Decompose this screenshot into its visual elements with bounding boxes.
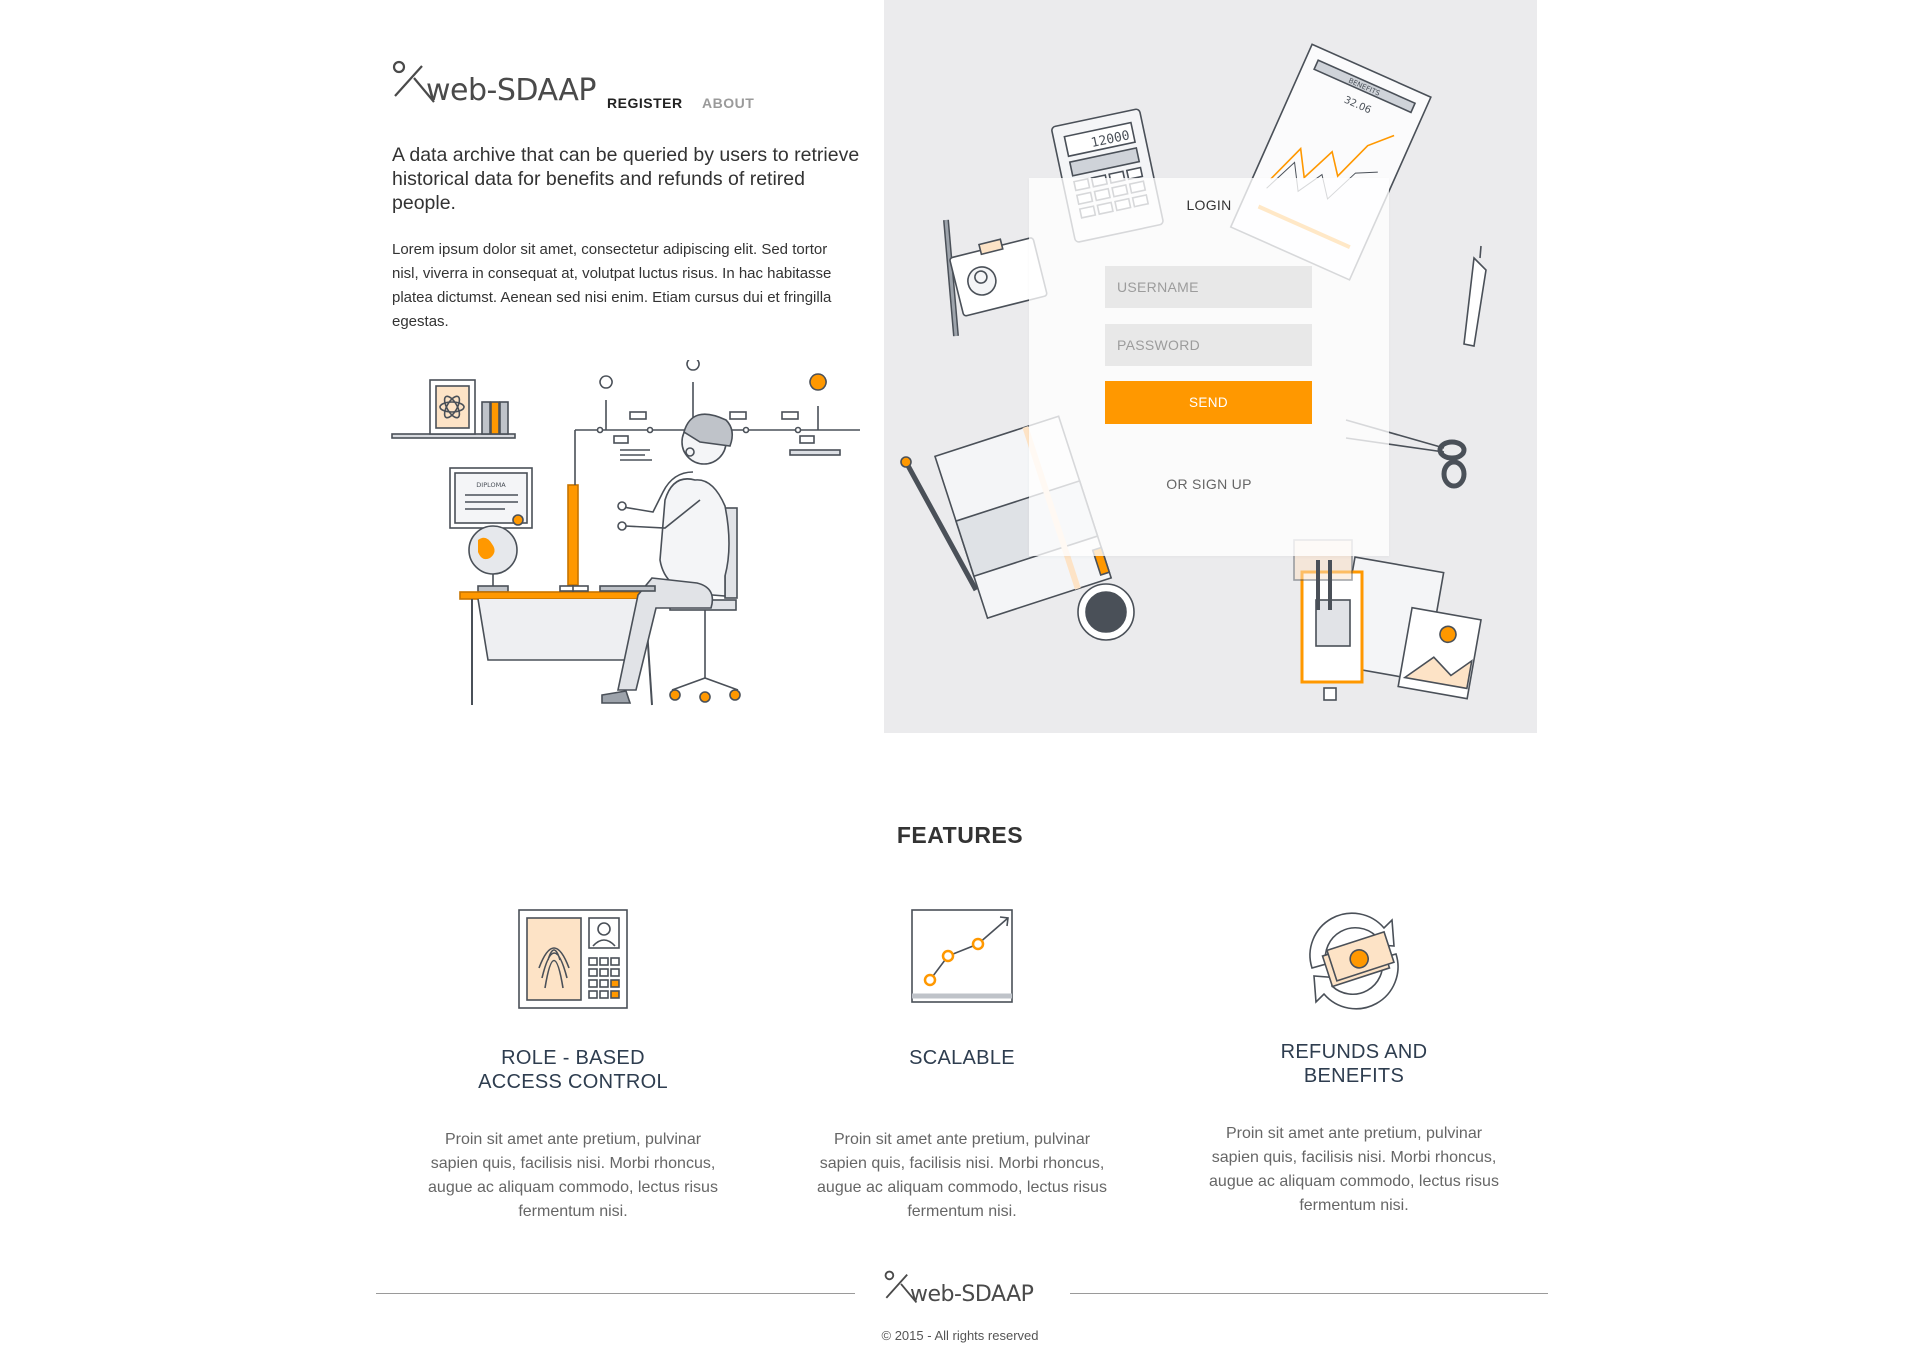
feature-card-scalable: SCALABLE Proin sit amet ante pretium, pu… — [792, 908, 1132, 1224]
footer-divider-right — [1070, 1293, 1548, 1294]
feature-card-refunds-benefits: REFUNDS AND BENEFITS Proin sit amet ante… — [1184, 908, 1524, 1218]
feature-title-line: ACCESS CONTROL — [478, 1071, 668, 1093]
feature-description: Proin sit amet ante pretium, pulvinar sa… — [1209, 1125, 1499, 1214]
footer-divider-left — [376, 1293, 855, 1294]
sign-up-link[interactable]: OR SIGN UP — [1029, 476, 1389, 492]
growth-chart-icon — [911, 909, 1013, 1003]
fingerprint-id-icon — [518, 909, 628, 1009]
feature-title-line: ROLE - BASED — [501, 1047, 645, 1069]
logo-text: web-SDAAP — [426, 73, 596, 108]
office-worker-illustration: DIPLOMA — [391, 360, 860, 706]
feature-title: ROLE - BASED ACCESS CONTROL — [403, 1046, 743, 1094]
logo[interactable]: web-SDAAP — [392, 60, 596, 108]
diploma-label: DIPLOMA — [476, 481, 506, 489]
password-input[interactable] — [1105, 324, 1312, 366]
copyright-text: © 2015 - All rights reserved — [881, 1328, 1039, 1343]
hero-intro-text: Lorem ipsum dolor sit amet, consectetur … — [392, 241, 832, 330]
send-button[interactable]: SEND — [1105, 381, 1312, 424]
money-refund-icon — [1309, 912, 1399, 1010]
feature-description: Proin sit amet ante pretium, pulvinar sa… — [428, 1131, 718, 1220]
feature-title-line: SCALABLE — [909, 1047, 1015, 1069]
login-card: LOGIN SEND OR SIGN UP — [1029, 178, 1389, 556]
hero-tagline: A data archive that can be queried by us… — [392, 144, 860, 214]
feature-title: REFUNDS AND BENEFITS — [1184, 1040, 1524, 1088]
footer-logo-text: web-SDAAP — [910, 1282, 1034, 1307]
nav-about-link[interactable]: ABOUT — [702, 95, 754, 111]
hero-panel: 12000 BENEFITS 32.06 LOGIN USERNAME SEND… — [884, 0, 1537, 733]
feature-title: SCALABLE — [792, 1046, 1132, 1094]
footer-logo[interactable]: web-SDAAP — [884, 1270, 1034, 1307]
feature-card-access-control: ROLE - BASED ACCESS CONTROL Proin sit am… — [403, 908, 743, 1224]
features-heading: FEATURES — [896, 822, 1024, 848]
login-title: LOGIN — [1186, 197, 1232, 213]
feature-title-line: BENEFITS — [1303, 1065, 1405, 1087]
nav-register-link[interactable]: REGISTER — [607, 95, 683, 111]
username-input[interactable] — [1105, 266, 1312, 308]
feature-description: Proin sit amet ante pretium, pulvinar sa… — [817, 1131, 1107, 1220]
feature-title-line: REFUNDS AND — [1280, 1041, 1428, 1063]
